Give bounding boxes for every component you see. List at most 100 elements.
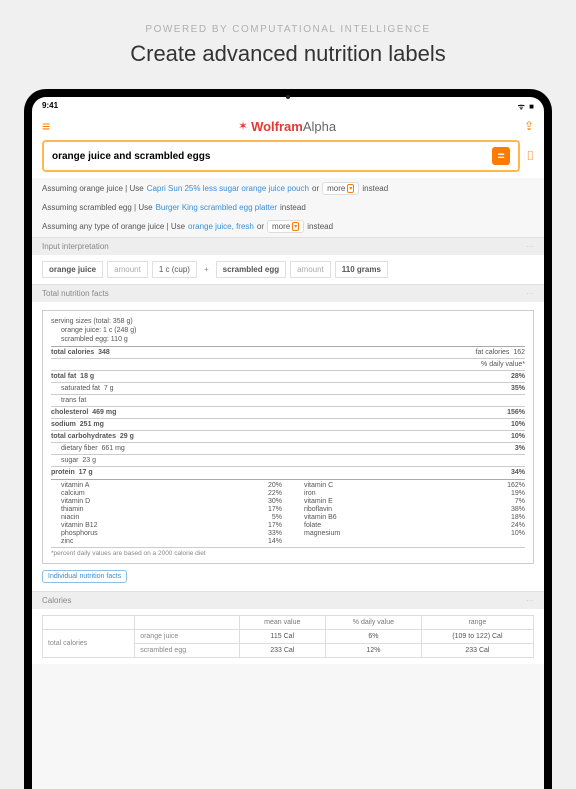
col-header: range	[421, 616, 533, 630]
value: 661 mg	[101, 445, 124, 452]
value: 23 g	[82, 457, 96, 464]
cell: 233 Cal	[239, 644, 326, 658]
label: riboflavin	[304, 506, 332, 513]
percent: 17%	[268, 522, 282, 529]
calories-table: mean value % daily value range total cal…	[42, 615, 534, 658]
interp-value: 1 c	[159, 265, 170, 274]
label: vitamin B6	[304, 514, 337, 521]
assumption-link[interactable]: orange juice, fresh	[188, 222, 254, 231]
more-button[interactable]: more▾	[267, 220, 304, 233]
label: vitamin C	[304, 482, 333, 489]
row-header: total calories	[43, 630, 135, 658]
serving-item: scrambled egg: 110 g	[51, 336, 128, 343]
camera-icon[interactable]: ⌷	[526, 148, 534, 164]
tagline: POWERED BY COMPUTATIONAL INTELLIGENCE	[0, 0, 576, 35]
interp-cell: orange juice	[42, 261, 103, 278]
individual-nutrition-button[interactable]: Individual nutrition facts	[42, 570, 127, 583]
vitamins-grid: vitamin A20% vitamin C162% calcium22% ir…	[51, 479, 525, 545]
label: total fat	[51, 373, 76, 380]
label: magnesium	[304, 530, 340, 537]
percent: 30%	[268, 498, 282, 505]
percent: 156%	[507, 409, 525, 416]
cell: 115 Cal	[239, 630, 326, 644]
device-frame: 9:41 ᯤ ■ ≡ ✶ WolframAlpha ⇪ = ⌷ Assuming…	[24, 89, 552, 789]
assumption-text: Assuming scrambled egg | Use	[42, 203, 153, 212]
label: sugar	[61, 457, 79, 464]
assumption-row: Assuming any type of orange juice | Use …	[32, 216, 544, 237]
percent: 10%	[511, 421, 525, 428]
more-button[interactable]: more▾	[322, 182, 359, 195]
interp-cell: 1 c (cup)	[152, 261, 197, 278]
menu-icon[interactable]: ≡	[42, 118, 50, 134]
headline: Create advanced nutrition labels	[0, 41, 576, 67]
search-box[interactable]: =	[42, 140, 520, 172]
value: 29 g	[120, 433, 134, 440]
row-name: scrambled egg	[135, 644, 239, 658]
row-name: orange juice	[135, 630, 239, 644]
label: calcium	[61, 490, 85, 497]
label: vitamin B12	[61, 522, 98, 529]
label: sodium	[51, 421, 76, 428]
assumption-text: instead	[280, 203, 306, 212]
assumption-text: Assuming orange juice | Use	[42, 184, 144, 193]
interp-cell: amount	[107, 261, 148, 278]
section-label: Total nutrition facts	[42, 289, 109, 298]
assumption-link[interactable]: Burger King scrambled egg platter	[156, 203, 277, 212]
logo-icon: ✶	[238, 119, 248, 133]
label: zinc	[61, 538, 73, 545]
status-icons: ᯤ ■	[516, 101, 534, 112]
chevron-down-icon: ▾	[347, 184, 354, 193]
status-bar: 9:41 ᯤ ■	[32, 97, 544, 114]
plus-icon: +	[201, 265, 212, 274]
cell: 6%	[326, 630, 422, 644]
percent: 14%	[268, 538, 282, 545]
assumption-text: or	[312, 184, 319, 193]
battery-icon: ■	[529, 102, 534, 111]
percent: 18%	[511, 514, 525, 521]
assumption-link[interactable]: Capri Sun 25% less sugar orange juice po…	[147, 184, 309, 193]
label: protein	[51, 469, 75, 476]
cell: 233 Cal	[421, 644, 533, 658]
percent: 17%	[268, 506, 282, 513]
label: fat calories	[476, 349, 510, 356]
label: folate	[304, 522, 321, 529]
serving-sizes: serving sizes (total: 358 g)	[51, 318, 133, 325]
section-dots-icon[interactable]: ⋯	[526, 242, 534, 251]
label: total carbohydrates	[51, 433, 116, 440]
percent: 24%	[511, 522, 525, 529]
percent: 10%	[511, 433, 525, 440]
label: dietary fiber	[61, 445, 98, 452]
nutrition-table: serving sizes (total: 358 g) orange juic…	[42, 310, 534, 564]
assumption-text: instead	[362, 184, 388, 193]
percent: 34%	[511, 469, 525, 476]
percent: 5%	[272, 514, 282, 521]
percent: 20%	[268, 482, 282, 489]
daily-value-header: % daily value*	[481, 361, 525, 368]
interp-unit: (cup)	[172, 265, 190, 274]
assumption-text: or	[257, 222, 264, 231]
share-icon[interactable]: ⇪	[524, 119, 534, 133]
col-header: mean value	[239, 616, 326, 630]
percent: 22%	[268, 490, 282, 497]
percent: 3%	[515, 445, 525, 452]
label: cholesterol	[51, 409, 88, 416]
label: vitamin A	[61, 482, 89, 489]
percent: 33%	[268, 530, 282, 537]
percent: 38%	[511, 506, 525, 513]
label: vitamin D	[61, 498, 90, 505]
col-header: % daily value	[326, 616, 422, 630]
nutrition-facts: serving sizes (total: 358 g) orange juic…	[32, 302, 544, 591]
footnote: *percent daily values are based on a 200…	[51, 547, 525, 557]
search-input[interactable]	[52, 151, 492, 162]
interp-cell: 110 grams	[335, 261, 388, 278]
label: iron	[304, 490, 316, 497]
compute-button[interactable]: =	[492, 147, 510, 165]
screen: 9:41 ᯤ ■ ≡ ✶ WolframAlpha ⇪ = ⌷ Assuming…	[32, 97, 544, 789]
value: 469 mg	[92, 409, 116, 416]
value: 162	[513, 349, 525, 356]
section-dots-icon[interactable]: ⋯	[526, 289, 534, 298]
section-dots-icon[interactable]: ⋯	[526, 596, 534, 605]
chevron-down-icon: ▾	[292, 222, 299, 231]
device-camera-dot	[286, 95, 290, 99]
value: 18 g	[80, 373, 94, 380]
